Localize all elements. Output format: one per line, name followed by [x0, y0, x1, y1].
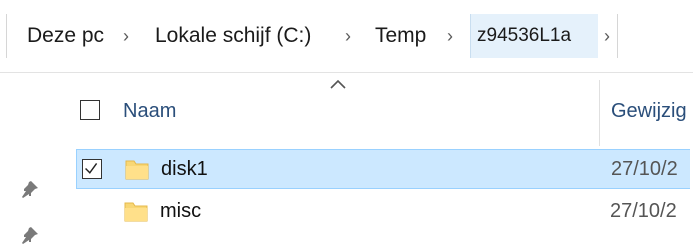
breadcrumb-item-current-folder[interactable]: z94536L1a [477, 20, 571, 52]
select-all-checkbox[interactable] [80, 100, 100, 120]
column-divider[interactable] [599, 80, 600, 146]
checkmark-icon [85, 162, 98, 174]
breadcrumb-item-temp[interactable]: Temp [375, 20, 426, 52]
file-name[interactable]: disk1 [161, 154, 208, 184]
address-bar[interactable]: Deze pc › Lokale schijf (C:) › Temp › z9… [0, 0, 693, 73]
address-bar-edge [0, 14, 7, 58]
folder-icon [124, 202, 148, 222]
file-row-disk1[interactable]: disk1 27/10/2 [76, 149, 693, 189]
file-row-misc[interactable]: misc 27/10/2 [76, 191, 693, 231]
column-header-name[interactable]: Naam [123, 96, 176, 126]
breadcrumb-item-this-pc[interactable]: Deze pc [27, 20, 104, 52]
navigation-pane [0, 73, 56, 245]
breadcrumb-chevron-icon[interactable]: › [123, 20, 129, 52]
file-modified-date: 27/10/2 [611, 158, 678, 180]
pin-icon[interactable] [20, 179, 40, 199]
file-modified-date: 27/10/2 [610, 200, 677, 222]
breadcrumb-chevron-icon[interactable]: › [345, 20, 351, 52]
sort-ascending-icon[interactable] [328, 76, 348, 92]
row-checkbox[interactable] [82, 159, 102, 179]
breadcrumb-chevron-icon[interactable]: › [447, 20, 453, 52]
folder-icon [125, 160, 149, 180]
breadcrumb-item-local-disk[interactable]: Lokale schijf (C:) [155, 20, 311, 52]
breadcrumb-chevron-icon[interactable]: › [604, 20, 610, 52]
file-name[interactable]: misc [160, 196, 201, 226]
pin-icon[interactable] [20, 225, 40, 245]
column-header-modified[interactable]: Gewijzig [611, 96, 687, 126]
address-bar-divider [617, 14, 618, 58]
